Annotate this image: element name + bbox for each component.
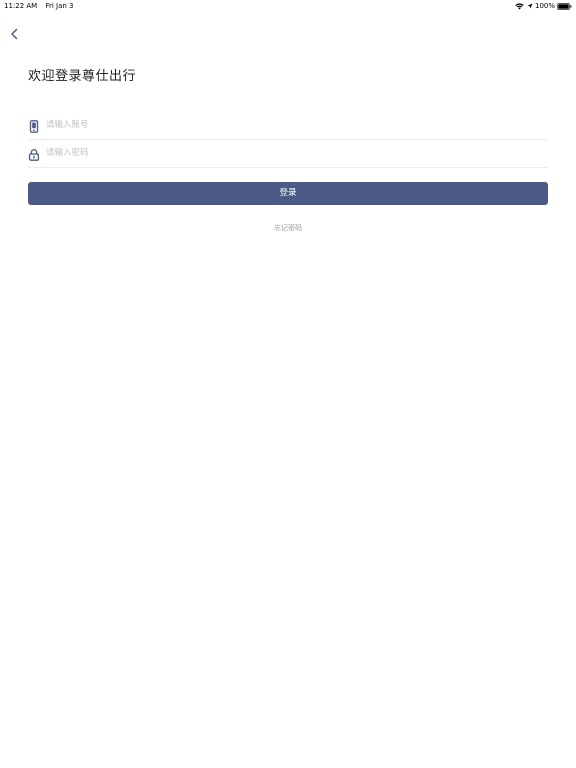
lock-icon — [28, 146, 40, 161]
account-input[interactable] — [46, 115, 536, 135]
password-field[interactable] — [28, 139, 548, 168]
status-right: 100% — [515, 0, 572, 12]
chevron-left-icon — [6, 28, 24, 47]
password-input[interactable] — [46, 143, 536, 163]
page-title: 欢迎登录尊仕出行 — [28, 69, 137, 84]
battery-percentage: 100% — [534, 2, 555, 10]
account-field[interactable] — [28, 111, 548, 140]
back-button[interactable] — [6, 25, 24, 43]
status-time: 11:22 AM — [4, 2, 38, 10]
login-button[interactable]: 登录 — [28, 182, 548, 205]
status-date: Fri Jan 3 — [45, 2, 74, 10]
battery-icon — [557, 2, 572, 10]
status-bar: 11:22 AM Fri Jan 3 100% — [0, 0, 576, 12]
phone-icon — [28, 118, 40, 133]
forgot-password-link[interactable]: 忘记密码 — [0, 223, 576, 233]
wifi-icon — [515, 2, 524, 10]
status-left: 11:22 AM Fri Jan 3 — [4, 0, 74, 12]
location-icon — [527, 3, 533, 9]
